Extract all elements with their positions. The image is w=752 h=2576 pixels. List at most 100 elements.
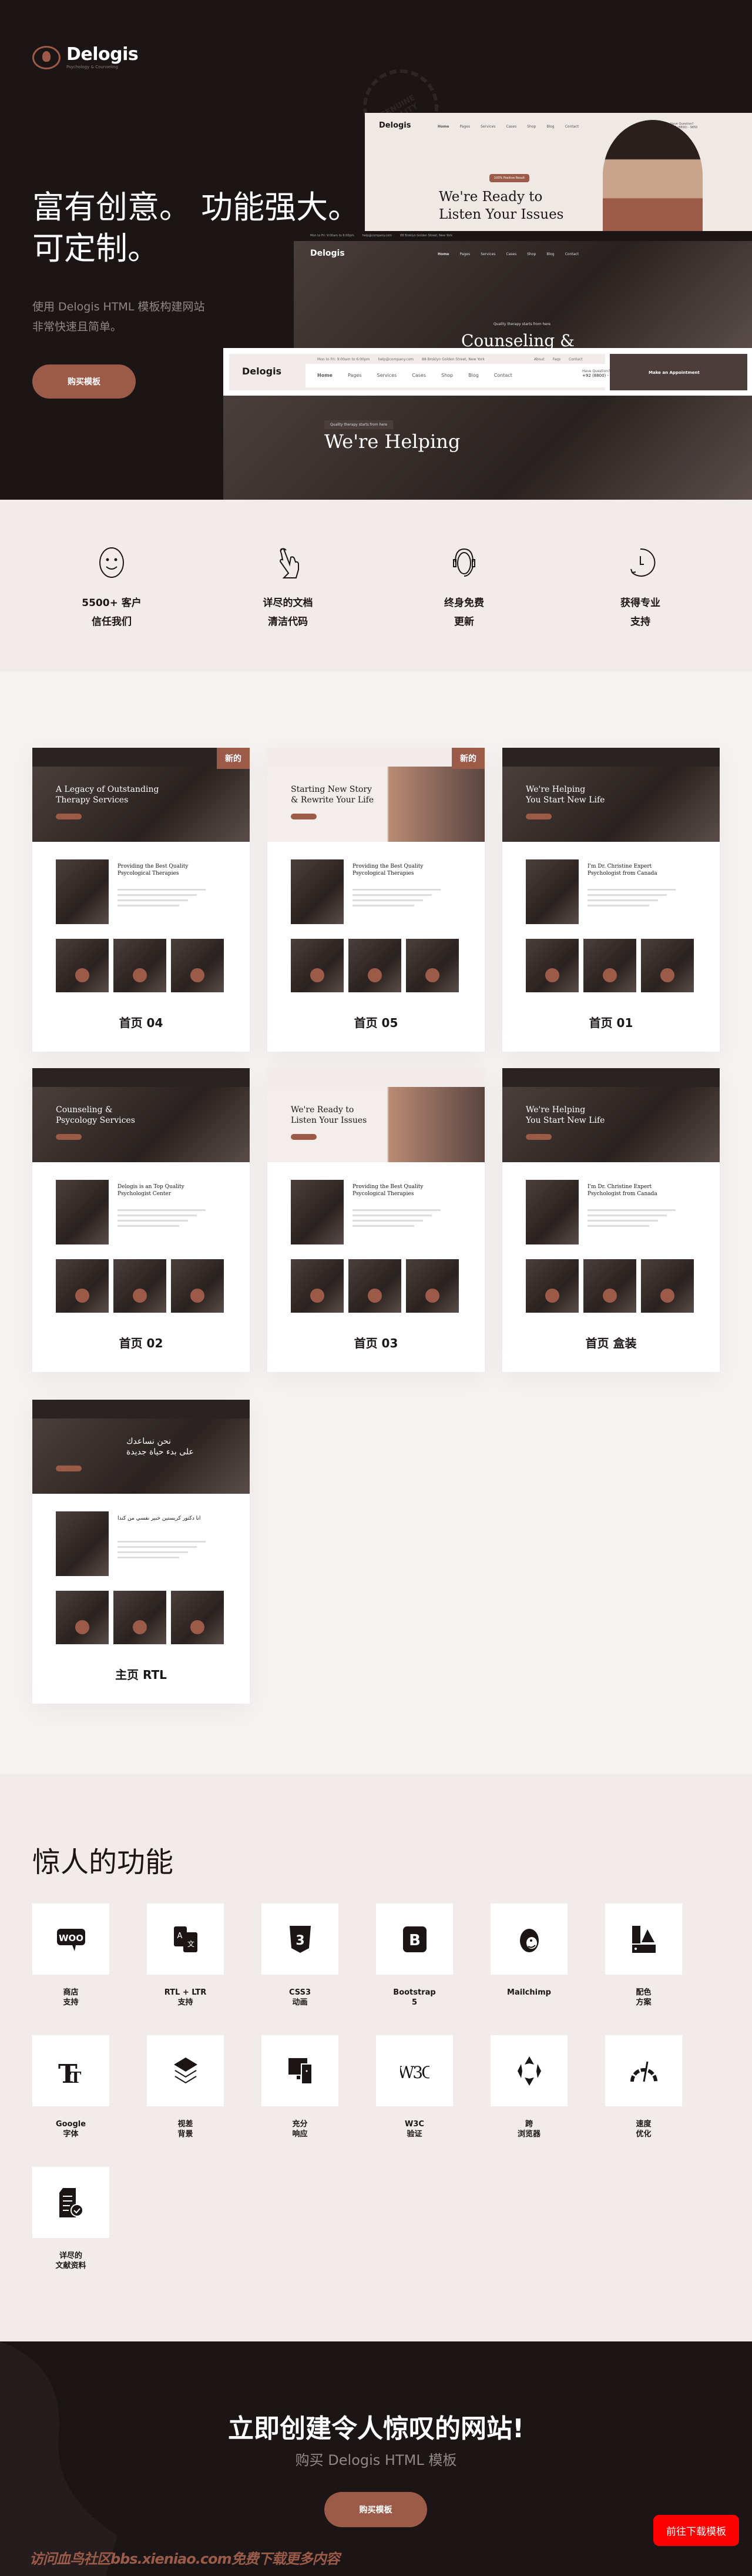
feature-label: 配色 方案 <box>636 1988 652 2007</box>
thumbnail-photo <box>291 859 344 924</box>
highlight-item: 详尽的文档 清洁代码 <box>200 547 376 631</box>
thumbnail-service-card <box>406 939 459 992</box>
preview-mockup-dark: Mon to Fri: 9:00am to 6:00pm help@company… <box>294 231 752 349</box>
svg-text:A: A <box>177 1932 182 1941</box>
thumbnail-text-line <box>352 1220 423 1222</box>
font-icon: TT <box>32 2035 109 2106</box>
thumbnail-cta <box>526 814 552 819</box>
download-template-button[interactable]: 前往下载模板 <box>653 2515 739 2546</box>
thumbnail-text-line <box>118 894 197 896</box>
highlight-label: 获得专业 支持 <box>552 594 728 631</box>
buy-template-button[interactable]: 购买模板 <box>32 364 136 399</box>
feature-label: 速度 优化 <box>636 2120 652 2139</box>
mockup-nav-item: Services <box>481 252 496 256</box>
demo-thumbnail[interactable]: We're Helping You Start New Life I'm Dr. C… <box>502 1068 720 1313</box>
thumbnail-text-line <box>118 1215 197 1216</box>
thumbnail-headline-line: We're Helping <box>526 1105 586 1115</box>
hand-pointer-icon <box>200 547 376 581</box>
feature-item: W3C W3C 验证 <box>376 2035 453 2139</box>
hero-title-line: 富有创意。 功能强大。 <box>32 189 360 226</box>
service-icon <box>545 968 559 982</box>
service-icon <box>190 968 204 982</box>
thumbnail-text-line <box>588 894 667 896</box>
feature-label: CSS3 动画 <box>289 1988 311 2007</box>
mockup-nav: Home Pages Services Cases Shop Blog Contact <box>438 252 579 256</box>
service-icon <box>75 1289 89 1303</box>
feature-label: 详尽的 文献资料 <box>55 2252 86 2270</box>
demo-label[interactable]: 首页 01 <box>502 992 720 1052</box>
demo-label[interactable]: 首页 05 <box>267 992 485 1052</box>
mockup-nav-item: Blog <box>468 373 479 378</box>
bootstrap-icon: B <box>376 1903 453 1975</box>
highlight-label-line: 5500+ 客户 <box>82 597 142 609</box>
demo-thumbnail[interactable]: نحن نساعدك على بدء حياة جديدة انا دكتور كر… <box>32 1400 250 1644</box>
demo-label[interactable]: 首页 03 <box>267 1313 485 1372</box>
thumbnail-service-card <box>348 1259 401 1313</box>
service-icon <box>310 968 324 982</box>
mockup-tagline: Quality therapy starts from here <box>324 420 394 429</box>
demo-thumbnail[interactable]: Counseling & Psycology Services Delogis is… <box>32 1068 250 1313</box>
mockup-nav-item: Blog <box>546 125 555 129</box>
cta-buy-button[interactable]: 购买模板 <box>324 2492 427 2527</box>
demo-thumbnail[interactable]: Starting New Story & Rewrite Your Life Pro… <box>267 748 485 992</box>
demo-card[interactable]: نحن نساعدك على بدء حياة جديدة انا دكتور كر… <box>32 1400 250 1704</box>
feature-item: WOO 商店 支持 <box>32 1903 109 2008</box>
thumbnail-text-line <box>118 905 179 906</box>
thumbnail-headline-line: You Start New Life <box>526 1116 605 1125</box>
logo[interactable]: Delogis Psychology & Counseling <box>32 46 139 69</box>
demo-label[interactable]: 首页 02 <box>32 1313 250 1372</box>
thumbnail-text-line <box>118 1551 188 1553</box>
feature-item: 速度 优化 <box>605 2035 682 2139</box>
feature-label: Google 字体 <box>55 2120 86 2139</box>
thumbnail-headline: A Legacy of Outstanding Therapy Services <box>56 784 159 805</box>
thumbnail-text-line <box>588 889 676 891</box>
logo-tagline: Psychology & Counseling <box>66 65 118 69</box>
hero-subtitle-line: 使用 Delogis HTML 模板构建网站 <box>32 300 205 313</box>
thumbnail-cta <box>291 1134 317 1140</box>
thumbnail-headline-line: You Start New Life <box>526 795 605 805</box>
mockup-nav-item: Services <box>481 125 496 129</box>
demo-thumbnail[interactable]: We're Ready to Listen Your Issues Providin… <box>267 1068 485 1313</box>
demo-thumbnail[interactable]: A Legacy of Outstanding Therapy Services P… <box>32 748 250 992</box>
demo-card[interactable]: We're Helping You Start New Life I'm Dr. C… <box>502 1068 720 1372</box>
demo-card[interactable]: A Legacy of Outstanding Therapy Services P… <box>32 748 250 1052</box>
svg-text:B: B <box>409 1932 421 1949</box>
demo-label[interactable]: 首页 04 <box>32 992 250 1052</box>
thumbnail-headline-line: Counseling & <box>56 1105 113 1115</box>
feature-label: 视差 背景 <box>177 2120 193 2139</box>
highlight-label-line: 清洁代码 <box>268 616 308 628</box>
mockup-nav-item: Contact <box>565 252 579 256</box>
thumbnail-header <box>32 1068 250 1087</box>
thumbnail-header <box>502 1068 720 1087</box>
feature-label: 跨 浏览器 <box>517 2120 540 2139</box>
thumbnail-text-line <box>118 1546 197 1548</box>
thumbnail-cta <box>56 1134 82 1140</box>
thumbnail-headline-line: Starting New Story <box>291 785 372 794</box>
thumbnail-headline-line: Listen Your Issues <box>291 1116 367 1125</box>
highlight-label-line: 更新 <box>454 616 474 628</box>
thumbnail-header <box>267 1068 485 1087</box>
thumbnail-headline-line: على بدء حياة جديدة <box>126 1447 194 1457</box>
mockup-nav-item: Home <box>317 373 333 378</box>
demo-card[interactable]: Starting New Story & Rewrite Your Life Pro… <box>267 748 485 1052</box>
demo-label[interactable]: 首页 盒装 <box>502 1313 720 1372</box>
thumbnail-section-title: I'm Dr. Christine Expert Psychologist fr… <box>588 864 657 876</box>
preview-mockup-light: Delogis Home Pages Services Cases Shop Blog Co… <box>365 113 752 231</box>
demo-card[interactable]: We're Helping You Start New Life I'm Dr. C… <box>502 748 720 1052</box>
thumbnail-headline-line: A Legacy of Outstanding <box>56 785 159 794</box>
demo-label[interactable]: 主页 RTL <box>32 1644 250 1704</box>
mockup-topbar: Mon to Fri: 9:00am to 6:00pm help@company… <box>294 231 752 241</box>
feature-item: 视差 背景 <box>147 2035 224 2139</box>
layers-icon <box>147 2035 224 2106</box>
service-icon <box>425 1289 439 1303</box>
mockup-nav-item: Cases <box>506 252 517 256</box>
demo-card[interactable]: Counseling & Psycology Services Delogis is… <box>32 1068 250 1372</box>
thumbnail-service-card <box>406 1259 459 1313</box>
demo-thumbnail[interactable]: We're Helping You Start New Life I'm Dr. C… <box>502 748 720 992</box>
features-section: 惊人的功能 WOO 商店 支持 A 文 RTL + LTR 支持 3 CSS3 动画 B Boo… <box>0 1774 752 2341</box>
color-palette-icon <box>605 1903 682 1975</box>
mockup-nav: Home Pages Services Cases Shop Blog Contact <box>438 125 579 129</box>
demo-card[interactable]: We're Ready to Listen Your Issues Providin… <box>267 1068 485 1372</box>
thumbnail-text-line <box>352 899 423 901</box>
mockup-nav-item: Cases <box>412 373 426 378</box>
